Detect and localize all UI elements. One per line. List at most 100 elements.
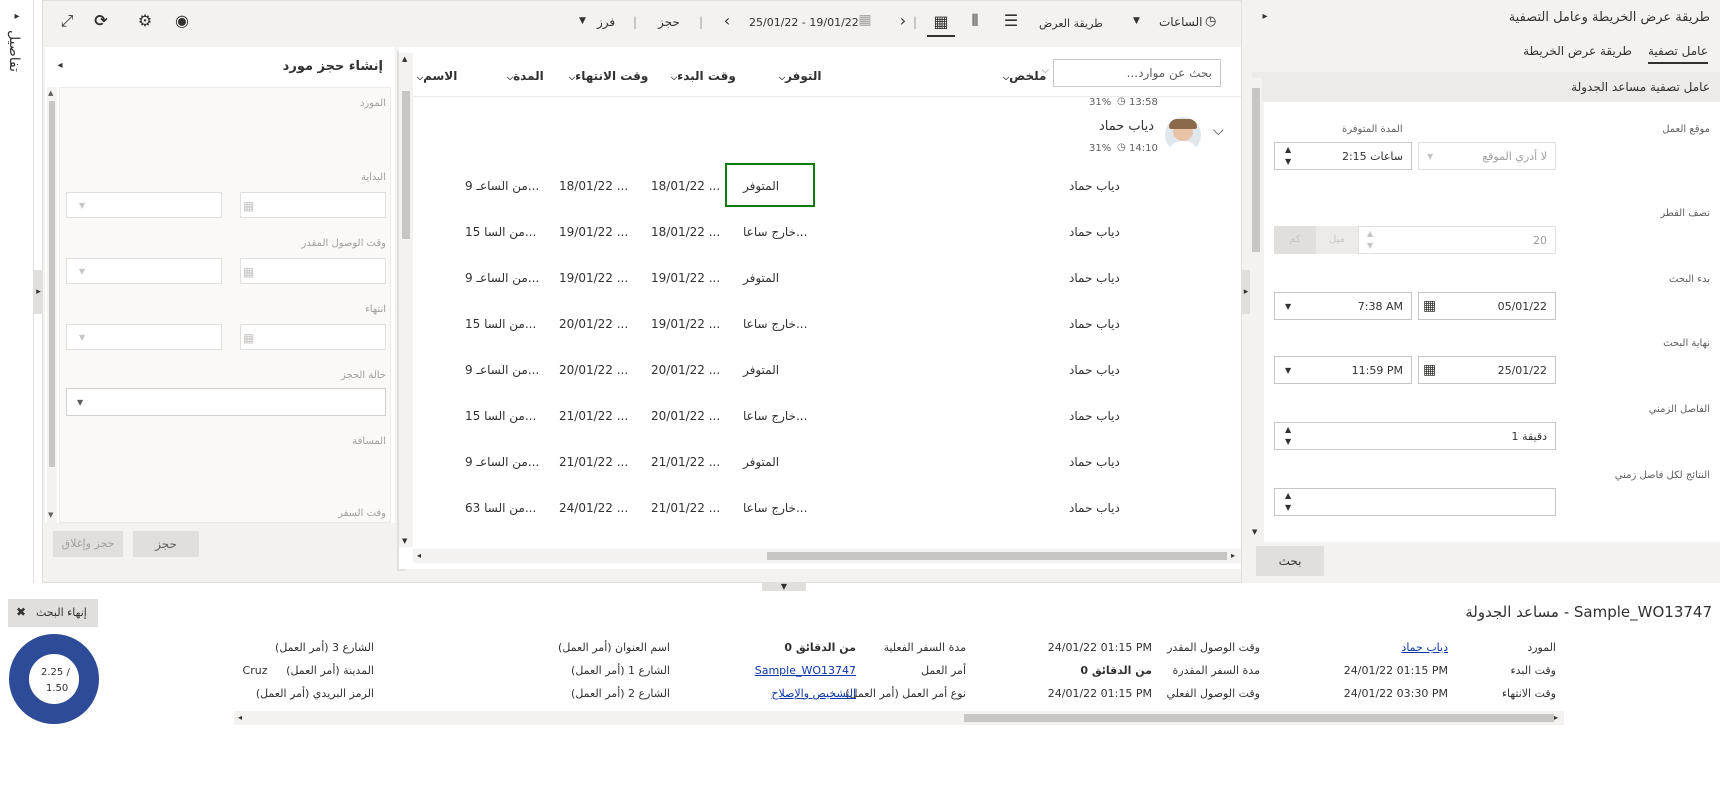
stepper-down-icon[interactable]: ▼ [1285,157,1291,166]
start-time-field[interactable]: ▼ [66,192,222,218]
panel-scrollbar[interactable]: ▲ ▼ [47,87,57,523]
chevron-down-icon[interactable]: ⌵ [1213,123,1224,139]
field-label: وقت السفر [338,508,386,519]
start-date-field[interactable]: ▦ [240,192,386,218]
eta-date-field[interactable]: ▦ [240,258,386,284]
detail-label: وقت الوصول المقدر [1167,641,1260,654]
table-row[interactable]: 15 من السا... 19/01/22 ... 18/01/22 ... … [413,209,1241,253]
radius-unit-mile[interactable]: ميل [1316,226,1358,254]
right-collapse-toggle[interactable]: ▸ [1242,270,1250,314]
interval-stepper[interactable]: ▲ ▼ 1 دقيقة [1274,422,1556,450]
tab-filter[interactable]: عامل تصفية [1647,44,1708,64]
work-location-select[interactable]: ▼ لا أدري الموقع [1418,142,1556,170]
view-label[interactable]: طريقة العرض [1039,17,1103,30]
sort-dropdown[interactable]: ▼ فرز [579,15,639,31]
grid-vertical-scrollbar[interactable]: ▲ ▼ [399,53,413,547]
column-header-summary[interactable]: ⌵ملخص [1003,69,1046,83]
table-row[interactable]: 9 من الساعـ... 20/01/22 ... 20/01/22 ...… [413,347,1241,391]
grid-view-icon[interactable]: ▦ [927,11,955,37]
stepper-up-icon[interactable]: ▲ [1367,229,1373,238]
collapse-icon[interactable]: ▸ [1260,12,1270,22]
calendar-icon: ▦ [243,265,255,279]
gear-icon[interactable]: ⚙ [135,13,155,29]
stepper-up-icon[interactable]: ▲ [1285,145,1291,154]
vertical-view-icon[interactable]: ⦀ [965,13,985,29]
resource-card[interactable]: دياب حماد 31% ◷ 14:10 ⌵ [1079,115,1239,161]
book-button[interactable]: حجز [133,531,199,557]
details-label[interactable]: تفاصيل [6,30,22,72]
table-row[interactable]: 9 من الساعـ... 19/01/22 ... 19/01/22 ...… [413,255,1241,299]
cell-availability: المتوفر [743,363,780,377]
collapse-icon[interactable]: ◂ [55,61,65,71]
details-horizontal-scrollbar[interactable]: ◂ ▸ [234,711,1564,725]
eta-time-field[interactable]: ▼ [66,258,222,284]
book-link[interactable]: حجز [658,15,680,29]
column-header-availability[interactable]: ⌵التوفر [779,69,821,83]
radius-stepper[interactable]: ▲ ▼ 20 [1358,226,1556,254]
list-view-icon[interactable]: ☰ [1001,13,1021,29]
book-and-close-button[interactable]: حجز وإغلاق [53,531,123,557]
cell-name: دياب حماد [1069,409,1120,423]
scroll-thumb[interactable] [964,714,1554,722]
table-row[interactable]: 15 من السا... 20/01/22 ... 19/01/22 ... … [413,301,1241,345]
hours-dropdown[interactable]: ▼ الساعات ◷ [1133,14,1233,31]
cell-duration: 9 من الساعـ... [465,363,540,377]
end-search-button[interactable]: ✖ إنهاء البحث [8,599,98,627]
chevron-left-icon[interactable]: ‹ [721,13,733,29]
eye-icon[interactable]: ◉ [171,13,193,29]
calendar-icon[interactable]: ▦ [857,13,873,27]
stepper-up-icon[interactable]: ▲ [1285,491,1291,500]
search-start-time[interactable]: ▼ 7:38 AM [1274,292,1412,320]
refresh-icon[interactable]: ⟳ [91,13,111,29]
chevron-right-icon[interactable]: › [897,13,909,29]
search-start-date[interactable]: ▦ 05/01/22 [1418,292,1556,320]
table-row[interactable]: 9 من الساعـ... 18/01/22 ... 18/01/22 ...… [413,163,1241,207]
detail-label: وقت الانتهاء [1501,687,1556,700]
table-row[interactable]: 9 من الساعـ... 21/01/22 ... 21/01/22 ...… [413,439,1241,483]
cell-start: 21/01/22 ... [651,455,721,469]
search-button[interactable]: بحث [1256,546,1324,576]
filter-scrollbar[interactable]: ▼ [1250,78,1262,540]
stepper-down-icon[interactable]: ▼ [1367,241,1373,250]
available-duration-stepper[interactable]: ▲ ▼ 2:15 ساعات [1274,142,1412,170]
resource-link[interactable]: دياب حماد [1401,641,1448,654]
column-header-end-time[interactable]: ⌵وقت الانتهاء [569,69,648,83]
scroll-thumb[interactable] [49,101,55,467]
booking-status-select[interactable]: ▼ [66,388,386,416]
calendar-icon[interactable]: ▦ [1423,298,1436,314]
search-end-time[interactable]: ▼ 11:59 PM [1274,356,1412,384]
toolbar: ⤢ ⟳ ⚙ ◉ ▼ فرز | حجز | ‹ 25/01/22 - 19/01… [43,1,1241,45]
schedule-frame: ⤢ ⟳ ⚙ ◉ ▼ فرز | حجز | ‹ 25/01/22 - 19/01… [42,0,1242,583]
expand-icon[interactable]: ⤢ [57,13,77,29]
cell-name: دياب حماد [1069,225,1120,239]
work-order-type-link[interactable]: التشخيص والإصلاح [771,687,856,700]
column-header-start-time[interactable]: ⌵وقت البدء [671,69,736,83]
work-order-link[interactable]: Sample_WO13747 [755,664,856,677]
scroll-thumb[interactable] [402,91,410,239]
table-row[interactable]: 63 من السا... 24/01/22 ... 21/01/22 ... … [413,485,1241,529]
results-per-interval-stepper[interactable]: ▲ ▼ [1274,488,1556,516]
table-row[interactable]: 15 من السا... 21/01/22 ... 20/01/22 ... … [413,393,1241,437]
filter-panel-title: طريقة عرض الخريطة وعامل التصفية [1508,10,1710,25]
details-toggle[interactable]: ▸ [10,12,24,22]
grid-horizontal-scrollbar[interactable]: ◂ ▸ [413,549,1241,563]
donut-svg [9,634,99,724]
bottom-splitter[interactable]: ▼ [762,583,806,591]
filter-scroll-area: موقع العمل ▼ لا أدري الموقع المدة المتوف… [1264,102,1720,542]
end-date-field[interactable]: ▦ [240,324,386,350]
stepper-up-icon[interactable]: ▲ [1285,425,1291,434]
column-header-duration[interactable]: ⌵المدة [507,69,544,83]
end-time-field[interactable]: ▼ [66,324,222,350]
tab-map-view[interactable]: طريقة عرض الخريطة [1523,44,1632,58]
scroll-thumb[interactable] [767,552,1227,560]
chevron-down-icon: ⌵ [1042,66,1049,76]
stepper-down-icon[interactable]: ▼ [1285,503,1291,512]
column-header-name[interactable]: ⌵الاسم [417,69,457,83]
stepper-down-icon[interactable]: ▼ [1285,437,1291,446]
resource-search-input[interactable]: بحث عن موارد... ⌵ [1042,59,1221,87]
search-end-date[interactable]: ▦ 25/01/22 [1418,356,1556,384]
calendar-icon[interactable]: ▦ [1423,362,1436,378]
scroll-thumb[interactable] [1252,88,1260,252]
radius-label: نصف القطر [1660,208,1710,219]
radius-unit-km[interactable]: كم [1274,226,1316,254]
